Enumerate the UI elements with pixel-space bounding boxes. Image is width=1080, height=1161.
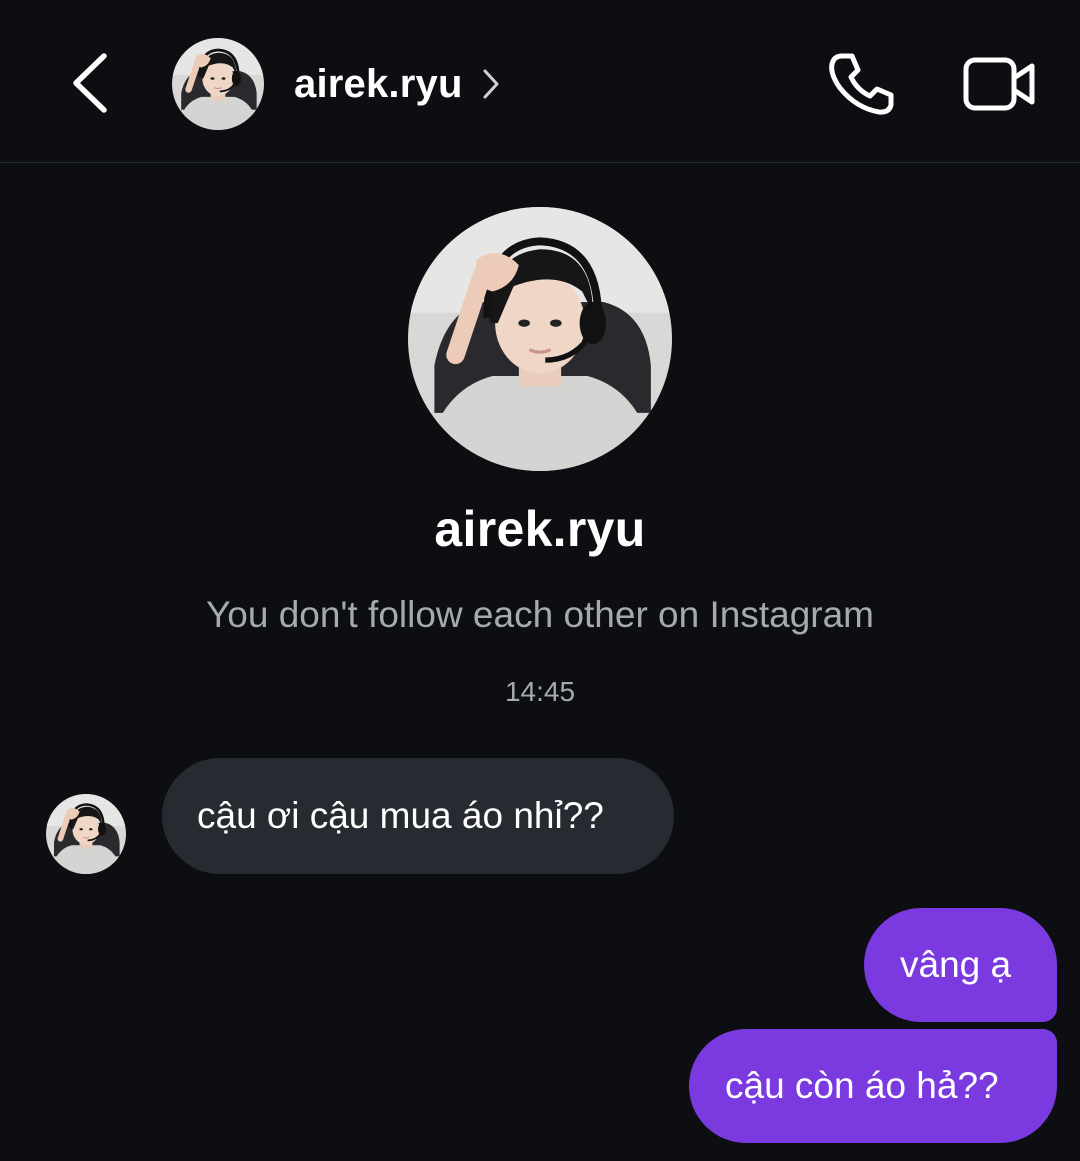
profile-username: airek.ryu xyxy=(434,501,646,557)
sender-avatar[interactable] xyxy=(46,794,126,874)
header-username: airek.ryu xyxy=(294,61,463,106)
message-timestamp: 14:45 xyxy=(504,676,576,707)
thread-header: airek.ryu xyxy=(0,0,1080,163)
incoming-message-bubble[interactable]: cậu ơi cậu mua áo nhỉ?? xyxy=(162,758,674,874)
message-text: cậu còn áo hả?? xyxy=(725,1065,999,1106)
header-username-link[interactable]: airek.ryu xyxy=(294,58,501,110)
audio-call-button[interactable] xyxy=(826,50,898,118)
video-call-button[interactable] xyxy=(962,54,1038,114)
video-camera-icon xyxy=(963,57,1035,111)
message-text: vâng ạ xyxy=(900,944,1012,985)
message-text: cậu ơi cậu mua áo nhỉ?? xyxy=(197,795,604,836)
chevron-left-icon xyxy=(73,53,107,113)
outgoing-message-bubble[interactable]: vâng ạ xyxy=(864,908,1057,1022)
chevron-right-icon xyxy=(483,69,499,99)
header-avatar[interactable] xyxy=(172,38,264,130)
back-button[interactable] xyxy=(62,50,122,116)
follow-status-note: You don't follow each other on Instagram xyxy=(205,594,875,635)
outgoing-message-bubble[interactable]: cậu còn áo hả?? xyxy=(689,1029,1057,1143)
dm-thread-screen: airek.ryu airek.ryu You don't follow eac… xyxy=(0,0,1080,1161)
profile-avatar[interactable] xyxy=(408,207,672,471)
phone-icon xyxy=(829,53,894,115)
